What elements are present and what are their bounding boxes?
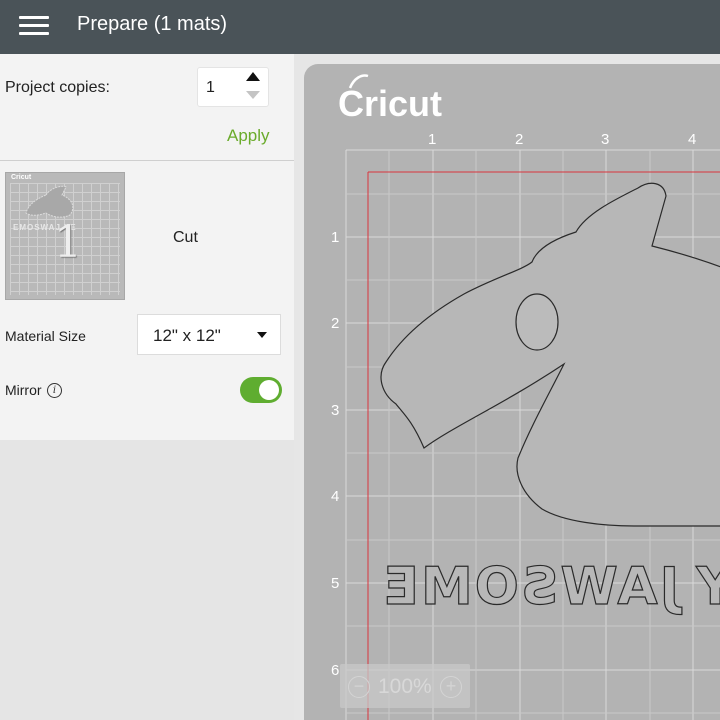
ruler-left-2: 2 xyxy=(331,315,339,332)
shark-design xyxy=(380,182,720,527)
material-size-dropdown[interactable]: 12" x 12" xyxy=(137,314,281,355)
mat-thumbnail[interactable]: Cricut EMOSWAJ YE 1 xyxy=(5,172,125,300)
decrement-arrow-icon[interactable] xyxy=(246,91,260,99)
material-size-label: Material Size xyxy=(5,328,86,344)
ruler-left-6: 6 xyxy=(331,662,339,679)
project-copies-stepper[interactable]: 1 xyxy=(197,67,269,107)
zoom-level: 100% xyxy=(378,675,432,698)
ruler-top-3: 3 xyxy=(601,131,609,148)
mat-canvas-area: 1 2 3 4 1 2 3 4 5 6 Cricut JAWSOME Y − xyxy=(294,54,720,720)
mirrored-design-text: JAWSOME xyxy=(381,557,682,617)
apply-button[interactable]: Apply xyxy=(227,126,270,146)
mat-operation-label: Cut xyxy=(173,229,198,246)
ruler-left-5: 5 xyxy=(331,575,339,592)
top-bar: Prepare (1 mats) xyxy=(0,0,720,54)
mat-settings-card: Project copies: 1 Apply Cricut EMOSWAJ Y… xyxy=(0,54,294,440)
page-title: Prepare (1 mats) xyxy=(77,13,228,35)
left-panel: Project copies: 1 Apply Cricut EMOSWAJ Y… xyxy=(0,54,294,720)
ruler-left-1: 1 xyxy=(331,229,339,246)
increment-arrow-icon[interactable] xyxy=(246,72,260,81)
shark-eye xyxy=(515,293,559,351)
mirror-toggle[interactable] xyxy=(240,377,282,403)
hamburger-menu-icon[interactable] xyxy=(19,16,49,36)
zoom-out-icon[interactable]: − xyxy=(348,676,370,698)
ruler-left-3: 3 xyxy=(331,402,339,419)
zoom-in-icon[interactable]: + xyxy=(440,676,462,698)
mirror-label: Mirror xyxy=(5,382,42,398)
cutting-mat: 1 2 3 4 1 2 3 4 5 6 Cricut JAWSOME Y − xyxy=(304,64,720,720)
ruler-top-2: 2 xyxy=(515,131,523,148)
toggle-knob xyxy=(259,380,279,400)
project-copies-value[interactable]: 1 xyxy=(206,79,215,97)
mirrored-design-text-tail: Y xyxy=(695,557,720,617)
ruler-top-1: 1 xyxy=(428,131,436,148)
info-icon[interactable]: i xyxy=(47,383,62,398)
cricut-logo: Cricut xyxy=(338,83,442,124)
mat-preview-svg: 1 2 3 4 1 2 3 4 5 6 Cricut JAWSOME Y xyxy=(331,74,720,720)
ruler-top-4: 4 xyxy=(688,131,696,148)
ruler-left-4: 4 xyxy=(331,488,339,505)
mat-number: 1 xyxy=(54,217,82,268)
divider xyxy=(0,160,294,161)
material-size-value: 12" x 12" xyxy=(153,326,221,345)
dropdown-caret-icon xyxy=(257,332,267,338)
project-copies-label: Project copies: xyxy=(5,79,110,96)
zoom-control: − 100% + xyxy=(340,664,470,708)
